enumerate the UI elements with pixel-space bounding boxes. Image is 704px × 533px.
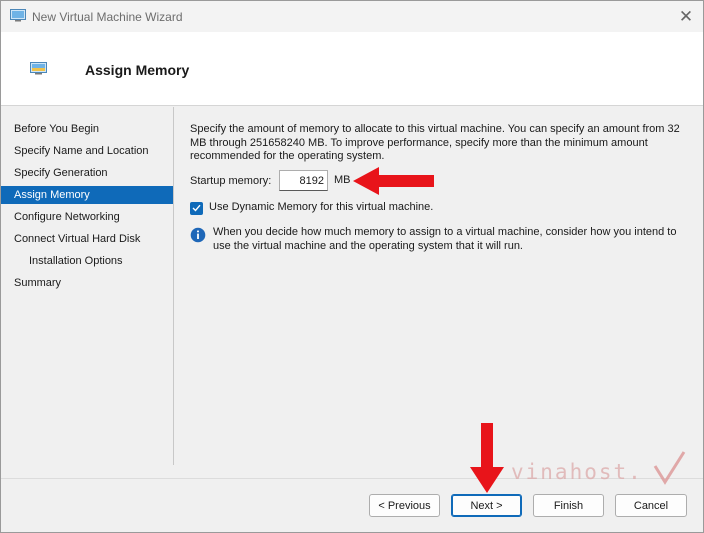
startup-memory-input[interactable] [279, 170, 328, 191]
page-title: Assign Memory [85, 62, 190, 78]
watermark-check-icon [653, 451, 686, 485]
dynamic-memory-row: Use Dynamic Memory for this virtual mach… [190, 201, 433, 215]
startup-memory-row: Startup memory: MB [190, 170, 351, 192]
startup-memory-label: Startup memory: [190, 175, 272, 187]
title-bar: New Virtual Machine Wizard ✕ [1, 1, 703, 32]
cancel-button[interactable]: Cancel [615, 494, 687, 517]
dynamic-memory-label: Use Dynamic Memory for this virtual mach… [209, 201, 434, 213]
sidebar-item-connect-disk[interactable]: Connect Virtual Hard Disk [1, 230, 173, 248]
watermark-text: vinahost. [511, 460, 643, 484]
window-title: New Virtual Machine Wizard [32, 10, 183, 24]
sidebar-item-assign-memory[interactable]: Assign Memory [1, 186, 173, 204]
memory-description: Specify the amount of memory to allocate… [190, 123, 680, 162]
checkmark-icon [192, 204, 201, 212]
annotation-arrow-left-icon [353, 167, 434, 195]
wizard-window: New Virtual Machine Wizard ✕ Assign Memo… [0, 0, 704, 533]
sidebar-item-before-you-begin[interactable]: Before You Begin [1, 120, 173, 138]
next-button[interactable]: Next > [451, 494, 522, 517]
close-icon: ✕ [678, 6, 694, 26]
info-text: When you decide how much memory to assig… [213, 226, 677, 252]
watermark-logo: vinahost. [511, 460, 643, 484]
sidebar-item-installation-options[interactable]: Installation Options [1, 252, 173, 270]
finish-button[interactable]: Finish [533, 494, 604, 517]
info-icon [190, 227, 206, 243]
wizard-steps: Before You Begin Specify Name and Locati… [1, 107, 174, 465]
wizard-header: Assign Memory [1, 32, 703, 106]
previous-button[interactable]: < Previous [369, 494, 440, 517]
sidebar-item-specify-name[interactable]: Specify Name and Location [1, 142, 173, 160]
startup-memory-unit: MB [334, 174, 351, 186]
close-button[interactable]: ✕ [669, 1, 703, 32]
sidebar-item-configure-networking[interactable]: Configure Networking [1, 208, 173, 226]
main-content: Specify the amount of memory to allocate… [190, 123, 690, 252]
annotation-arrow-down-icon [470, 423, 504, 493]
sidebar-item-summary[interactable]: Summary [1, 274, 173, 292]
dynamic-memory-checkbox[interactable] [190, 201, 203, 215]
sidebar-item-specify-generation[interactable]: Specify Generation [1, 164, 173, 182]
vm-monitor-icon [10, 9, 26, 22]
vm-monitor-icon [30, 62, 47, 75]
